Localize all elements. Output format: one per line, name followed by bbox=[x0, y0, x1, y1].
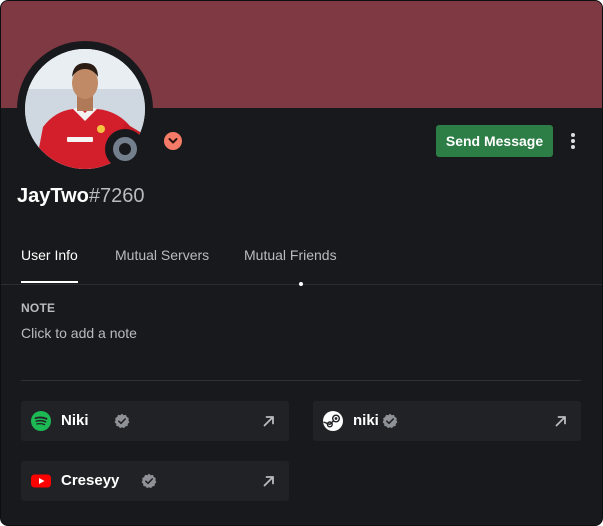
note-heading: NOTE bbox=[21, 301, 56, 315]
account-name: Niki bbox=[61, 412, 89, 429]
nitro-badge-icon[interactable] bbox=[164, 132, 182, 150]
steam-icon bbox=[323, 411, 343, 431]
cursor-dot bbox=[299, 282, 303, 286]
connected-account-spotify: Niki bbox=[21, 401, 289, 441]
account-name: niki bbox=[353, 412, 379, 429]
more-vertical-icon[interactable] bbox=[561, 129, 585, 153]
external-link-icon[interactable] bbox=[261, 473, 277, 489]
account-name: Creseyy bbox=[61, 472, 120, 489]
note-field[interactable]: Click to add a note bbox=[21, 325, 581, 345]
tab-user-info[interactable]: User Info bbox=[21, 247, 78, 285]
verified-check-icon bbox=[382, 413, 398, 429]
youtube-icon bbox=[31, 474, 51, 488]
offline-status-icon bbox=[113, 137, 137, 161]
connected-account-youtube: Creseyy bbox=[21, 461, 289, 501]
username-discriminator: #7260 bbox=[88, 185, 145, 207]
username: JayTwo#7260 bbox=[17, 185, 145, 208]
tab-mutual-servers[interactable]: Mutual Servers bbox=[115, 247, 209, 285]
send-message-button[interactable]: Send Message bbox=[436, 125, 553, 157]
external-link-icon[interactable] bbox=[261, 413, 277, 429]
connected-account-steam: niki bbox=[313, 401, 581, 441]
username-name: JayTwo bbox=[17, 185, 89, 207]
user-profile-modal: Send Message JayTwo#7260 User Info Mutua… bbox=[0, 0, 603, 526]
tab-mutual-friends[interactable]: Mutual Friends bbox=[244, 247, 337, 285]
verified-check-icon bbox=[114, 413, 130, 429]
spotify-icon bbox=[31, 411, 51, 431]
verified-check-icon bbox=[141, 473, 157, 489]
section-divider bbox=[21, 380, 581, 381]
external-link-icon[interactable] bbox=[553, 413, 569, 429]
